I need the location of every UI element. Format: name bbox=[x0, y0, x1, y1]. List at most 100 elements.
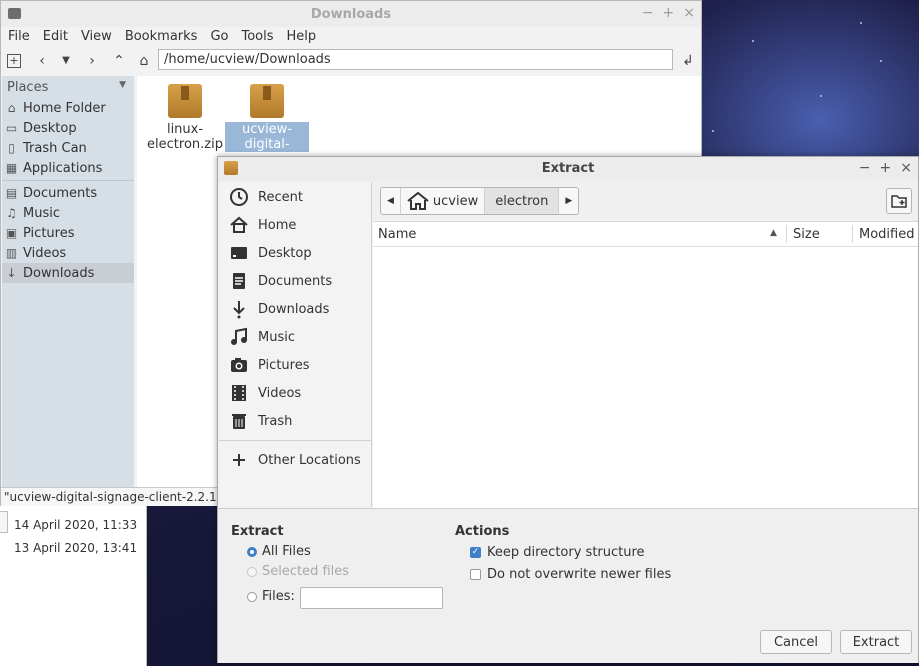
archive-icon bbox=[168, 84, 202, 118]
up-icon[interactable]: ⌃ bbox=[111, 53, 127, 69]
breadcrumb-forward-button[interactable]: ▶ bbox=[559, 188, 578, 214]
place-downloads[interactable]: Downloads bbox=[219, 296, 371, 322]
downloads-icon bbox=[228, 298, 250, 320]
place-desktop[interactable]: Desktop bbox=[219, 240, 371, 266]
sidebar-item-pictures[interactable]: ▣ Pictures bbox=[2, 223, 134, 243]
files-pattern-input[interactable] bbox=[300, 587, 443, 609]
documents-icon bbox=[228, 270, 250, 292]
applications-icon: ▦ bbox=[5, 161, 18, 175]
menu-file[interactable]: File bbox=[1, 27, 36, 47]
forward-icon[interactable]: › bbox=[84, 53, 100, 69]
titlebar[interactable]: Downloads − + × bbox=[1, 1, 701, 27]
place-videos[interactable]: Videos bbox=[219, 380, 371, 406]
plus-icon bbox=[228, 449, 250, 471]
sidebar-item-desktop[interactable]: ▭ Desktop bbox=[2, 118, 134, 138]
list-item[interactable]: 13 April 2020, 13:41 bbox=[14, 541, 137, 555]
places-sidebar: Places ▼ ⌂ Home Folder ▭ Desktop ▯ Trash Ca… bbox=[2, 76, 134, 487]
home-icon bbox=[228, 214, 250, 236]
sidebar-item-trash-can[interactable]: ▯ Trash Can bbox=[2, 138, 134, 158]
breadcrumb: ◀ ucview electron ▶ bbox=[380, 187, 580, 215]
back-icon[interactable]: ‹ bbox=[34, 53, 50, 69]
menu-go[interactable]: Go bbox=[203, 27, 234, 47]
do-not-overwrite-checkbox[interactable]: Do not overwrite newer files bbox=[470, 567, 671, 582]
chevron-down-icon[interactable]: ▼ bbox=[119, 80, 126, 90]
minimize-icon[interactable]: − bbox=[642, 5, 654, 21]
breadcrumb-electron[interactable]: electron bbox=[485, 188, 560, 214]
menu-view[interactable]: View bbox=[74, 27, 118, 47]
sidebar-item-downloads[interactable]: ↓ Downloads bbox=[2, 263, 134, 283]
minimize-icon[interactable]: − bbox=[859, 160, 871, 176]
file-item[interactable]: linux- electron.zip bbox=[143, 76, 227, 152]
files-radio[interactable]: Files: bbox=[247, 589, 295, 604]
sidebar-item-applications[interactable]: ▦ Applications bbox=[2, 158, 134, 178]
file-list: Name ▲ Size Modified bbox=[373, 221, 918, 508]
actions-section-header: Actions bbox=[455, 524, 510, 539]
pictures-icon bbox=[228, 354, 250, 376]
breadcrumb-ucview[interactable]: ucview bbox=[401, 188, 486, 214]
music-icon: ♫ bbox=[6, 206, 17, 220]
keep-directory-structure-checkbox[interactable]: ✓ Keep directory structure bbox=[470, 545, 645, 560]
menu-help[interactable]: Help bbox=[280, 27, 323, 47]
place-other-locations[interactable]: Other Locations bbox=[219, 447, 371, 473]
path-input[interactable]: /home/ucview/Downloads bbox=[158, 49, 673, 70]
history-dropdown-icon[interactable]: ▼ bbox=[58, 53, 74, 69]
new-tab-icon[interactable]: + bbox=[7, 54, 21, 68]
place-music[interactable]: Music bbox=[219, 324, 371, 350]
sidebar-item-home-folder[interactable]: ⌂ Home Folder bbox=[2, 98, 134, 118]
file-list-header: Name ▲ Size Modified bbox=[373, 222, 918, 247]
place-recent[interactable]: Recent bbox=[219, 184, 371, 210]
selected-files-radio[interactable]: Selected files bbox=[247, 564, 349, 579]
column-modified[interactable]: Modified bbox=[859, 227, 914, 242]
desktop-icon: ▭ bbox=[5, 121, 18, 135]
maximize-icon[interactable]: + bbox=[880, 160, 892, 176]
column-name[interactable]: Name bbox=[378, 227, 416, 242]
window-title: Downloads bbox=[310, 7, 392, 22]
options-panel: Extract All Files Selected files Files: … bbox=[218, 508, 918, 663]
music-icon bbox=[228, 326, 250, 348]
dialog-title: Extract bbox=[541, 161, 595, 176]
home-icon bbox=[407, 192, 429, 210]
breadcrumb-back-button[interactable]: ◀ bbox=[381, 188, 401, 214]
file-item[interactable]: ucview- digital- bbox=[225, 76, 309, 152]
place-trash[interactable]: Trash bbox=[219, 408, 371, 434]
pictures-icon: ▣ bbox=[5, 226, 18, 240]
menu-bookmarks[interactable]: Bookmarks bbox=[118, 27, 204, 47]
place-documents[interactable]: Documents bbox=[219, 268, 371, 294]
extract-button[interactable]: Extract bbox=[840, 630, 912, 654]
places-panel: Recent Home Desktop Documents Downloads … bbox=[219, 182, 372, 507]
menu-edit[interactable]: Edit bbox=[36, 27, 74, 47]
archive-icon bbox=[250, 84, 284, 118]
all-files-radio[interactable]: All Files bbox=[247, 544, 311, 559]
cancel-button[interactable]: Cancel bbox=[760, 630, 832, 654]
videos-icon bbox=[228, 382, 250, 404]
background-file-list: 14 April 2020, 11:33 13 April 2020, 13:4… bbox=[0, 505, 147, 666]
status-bar: "ucview-digital-signage-client-2.2.1.ta bbox=[1, 487, 221, 506]
sort-ascending-icon[interactable]: ▲ bbox=[770, 228, 777, 238]
extract-dialog: Extract − + × Recent Home Desktop Docume… bbox=[217, 156, 919, 663]
trash-icon bbox=[228, 410, 250, 432]
videos-icon: ▥ bbox=[5, 246, 18, 260]
desktop-icon bbox=[228, 242, 250, 264]
go-icon[interactable]: ↲ bbox=[680, 53, 696, 69]
close-icon[interactable]: × bbox=[683, 5, 695, 21]
documents-icon: ▤ bbox=[5, 186, 18, 200]
place-pictures[interactable]: Pictures bbox=[219, 352, 371, 378]
close-icon[interactable]: × bbox=[900, 160, 912, 176]
downloads-icon: ↓ bbox=[6, 266, 17, 280]
recent-icon bbox=[228, 186, 250, 208]
sidebar-item-music[interactable]: ♫ Music bbox=[2, 203, 134, 223]
home-icon[interactable]: ⌂ bbox=[136, 53, 152, 69]
sidebar-item-videos[interactable]: ▥ Videos bbox=[2, 243, 134, 263]
home-icon: ⌂ bbox=[7, 101, 16, 115]
new-folder-icon bbox=[891, 195, 907, 208]
create-folder-button[interactable] bbox=[886, 188, 912, 214]
maximize-icon[interactable]: + bbox=[663, 5, 675, 21]
extract-section-header: Extract bbox=[231, 524, 284, 539]
sidebar-item-documents[interactable]: ▤ Documents bbox=[2, 183, 134, 203]
place-home[interactable]: Home bbox=[219, 212, 371, 238]
menu-tools[interactable]: Tools bbox=[234, 27, 279, 47]
places-header[interactable]: Places ▼ bbox=[2, 76, 134, 98]
column-size[interactable]: Size bbox=[793, 227, 820, 242]
dialog-titlebar[interactable]: Extract − + × bbox=[218, 157, 918, 181]
list-item[interactable]: 14 April 2020, 11:33 bbox=[14, 518, 137, 532]
